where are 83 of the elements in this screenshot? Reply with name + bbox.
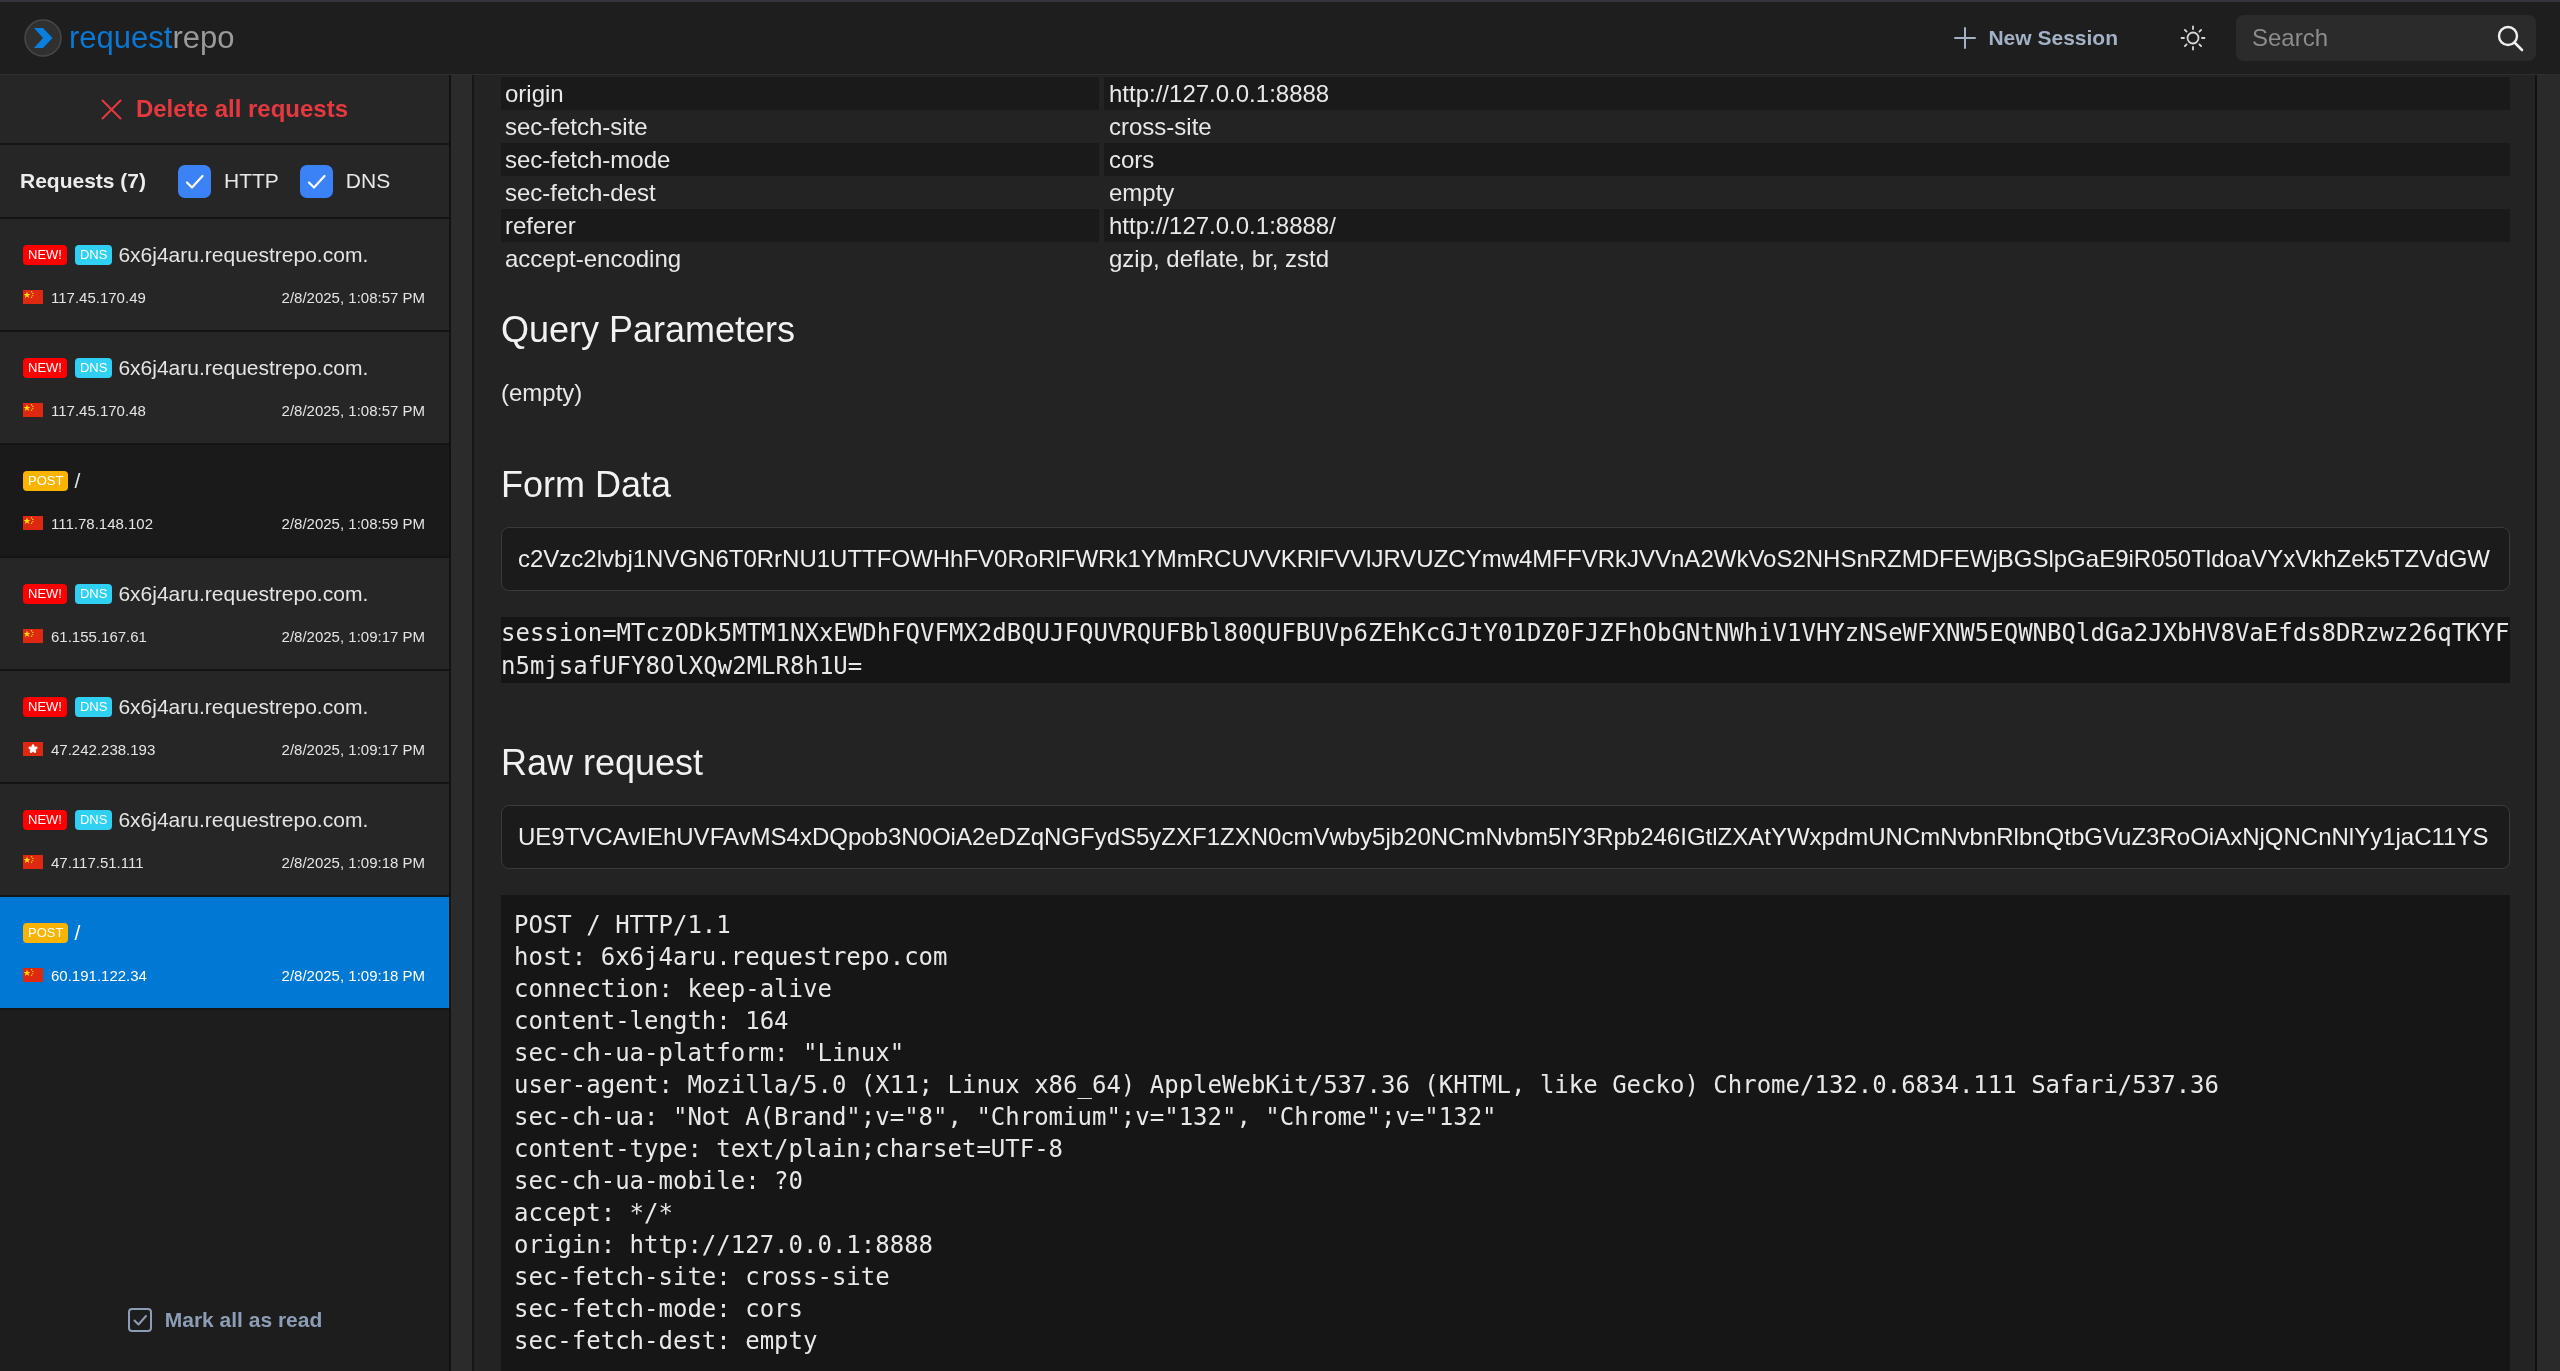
request-time: 2/8/2025, 1:08:57 PM xyxy=(281,401,425,419)
ip-address: 47.242.238.193 xyxy=(51,740,156,758)
logo-icon[interactable] xyxy=(24,19,62,57)
section-heading: Query Parameters xyxy=(501,308,797,352)
type-badge: DNS xyxy=(74,584,113,604)
header-name-cell-text: sec-fetch-site xyxy=(504,112,649,142)
delete-all-button[interactable]: Delete all requests xyxy=(0,75,449,145)
flag-icon xyxy=(23,290,43,304)
ip-address: 117.45.170.49 xyxy=(51,288,146,306)
flag-icon xyxy=(23,968,43,982)
mark-all-read-button[interactable]: Mark all as read xyxy=(126,1303,323,1337)
base64-field[interactable]: c2Vzc2lvbj1NVGN6T0RrNU1UTTFOWHhFV0RoRlFWRk1YMmRCUVVKRlFVVlJRVUZCYmw4MFFVRkJVVnA2WkVoS2NHSnRZMDFEWjBGSlpGaE9iR050TldoaVYxVkhZek5TZVdGW xyxy=(501,527,2510,591)
flag-icon xyxy=(23,516,43,530)
requests-count: Requests (7) xyxy=(20,169,147,193)
header-name-cell-text: accept-encoding xyxy=(504,244,683,274)
new-badge: NEW! xyxy=(23,697,67,717)
section-heading: Raw request xyxy=(501,741,705,785)
header-name-cell: origin xyxy=(501,77,1099,110)
request-time: 2/8/2025, 1:08:57 PM xyxy=(281,288,425,306)
type-badge: DNS xyxy=(74,810,113,830)
request-title: / xyxy=(74,920,81,946)
header-name-cell: sec-fetch-mode xyxy=(501,143,1099,176)
type-badge: POST xyxy=(23,923,69,943)
request-title: 6x6j4aru.requestrepo.com. xyxy=(118,694,369,720)
request-title: / xyxy=(74,468,81,494)
header-name-cell: referer xyxy=(501,209,1099,242)
cross-icon xyxy=(100,98,122,120)
ip-address: 117.45.170.48 xyxy=(51,401,146,419)
checked-box-icon xyxy=(126,1307,153,1333)
type-badge: DNS xyxy=(74,697,113,717)
ip-address: 61.155.167.61 xyxy=(51,627,147,645)
checkbox-label[interactable]: HTTP xyxy=(224,169,279,193)
type-badge: DNS xyxy=(74,245,113,265)
search-icon[interactable] xyxy=(2496,24,2524,52)
sun-icon[interactable] xyxy=(2180,25,2206,51)
request-title: 6x6j4aru.requestrepo.com. xyxy=(118,242,369,268)
logo-text[interactable]: requestrepo xyxy=(69,19,235,57)
request-title: 6x6j4aru.requestrepo.com. xyxy=(118,581,369,607)
checkbox[interactable] xyxy=(178,164,212,198)
header-value-cell-text: gzip, deflate, br, zstd xyxy=(1108,244,1331,274)
request-item[interactable]: NEW! DNS 6x6j4aru.requestrepo.com. 117.45.170.48 2/8/2025, 1:08:57 PM xyxy=(0,332,449,445)
request-time: 2/8/2025, 1:09:17 PM xyxy=(281,740,425,758)
flag-icon xyxy=(23,629,43,643)
request-item[interactable]: NEW! DNS 6x6j4aru.requestrepo.com. 47.242.238.193 2/8/2025, 1:09:17 PM xyxy=(0,671,449,784)
new-badge: NEW! xyxy=(23,245,67,265)
ip-address: 47.117.51.111 xyxy=(51,853,144,871)
request-title: 6x6j4aru.requestrepo.com. xyxy=(118,807,369,833)
checkbox-label[interactable]: DNS xyxy=(345,169,391,193)
new-badge: NEW! xyxy=(23,810,67,830)
new-badge: NEW! xyxy=(23,358,67,378)
type-badge: POST xyxy=(23,471,69,491)
header-value-cell-text: empty xyxy=(1108,178,1176,208)
type-badge: DNS xyxy=(74,358,113,378)
header-name-cell-text: sec-fetch-dest xyxy=(504,178,657,208)
header-value-cell: cors xyxy=(1104,143,2510,176)
ip-address: 60.191.122.34 xyxy=(51,966,147,984)
new-badge: NEW! xyxy=(23,584,67,604)
decoded-form-text: session=MTczODk5MTM1NXxEWDhFQVFMX2dBQUJFQUVRQUFBbl80QUFBUVp6ZEhKcGJtY01DZ0FJZFhObGNtNWhiV1VHYzNSeWFXNW5EQWNBQldGa2JXbHV8VaEfds8DRzwz26qTKYFn5mjsafUFY8OlXQw2MLR8h1U= xyxy=(501,617,2510,683)
header-value-cell-text: cross-site xyxy=(1108,112,1213,142)
request-item[interactable]: NEW! DNS 6x6j4aru.requestrepo.com. 61.155.167.61 2/8/2025, 1:09:17 PM xyxy=(0,558,449,671)
base64-field[interactable]: UE9TVCAvIEhUVFAvMS4xDQpob3N0OiA2eDZqNGFydS5yZXF1ZXN0cmVwby5jb20NCmNvbm5lY3Rpb246IGtlZXAtYWxpdmUNCmNvbnRlbnQtbGVuZ3RoOiAxNjQNCnNlYy1jaC11YS xyxy=(501,805,2510,869)
raw-request-text: POST / HTTP/1.1 host: 6x6j4aru.requestrepo.com connection: keep-alive content-length: 164 sec-ch-ua-platform: "Linux" user-agent: Mozilla/5.0 (X11; Linux x86_64) AppleWebKit/537.36 (KHTML, like Gecko) Chrome/132.0.6834.111 Safari/537.36 sec-ch-ua: "Not A(Brand";v="8", "Chromium";v="132", "Chrome";v="132" content-type: text/plain;charset=UTF-8 sec-ch-ua-mobile: ?0 accept: */* origin: http://127.0.0.1:8888 sec-fetch-site: cross-site sec-fetch-mode: cors sec-fetch-dest: empty xyxy=(501,895,2510,1371)
header-value-cell: http://127.0.0.1:8888 xyxy=(1104,77,2510,110)
ip-address: 111.78.148.102 xyxy=(51,514,154,532)
empty-text: (empty) xyxy=(501,378,584,408)
checkbox[interactable] xyxy=(299,164,333,198)
flag-icon xyxy=(23,855,43,869)
request-item[interactable]: NEW! DNS 6x6j4aru.requestrepo.com. 47.117.51.111 2/8/2025, 1:09:18 PM xyxy=(0,784,449,897)
request-time: 2/8/2025, 1:09:17 PM xyxy=(281,627,425,645)
request-item[interactable]: POST / 60.191.122.34 2/8/2025, 1:09:18 PM xyxy=(0,897,449,1010)
search-field[interactable]: Search xyxy=(2236,15,2536,61)
request-item[interactable]: NEW! DNS 6x6j4aru.requestrepo.com. 117.45.170.49 2/8/2025, 1:08:57 PM xyxy=(0,219,449,332)
plus-icon xyxy=(1954,27,1977,49)
header-value-cell: http://127.0.0.1:8888/ xyxy=(1104,209,2510,242)
request-time: 2/8/2025, 1:09:18 PM xyxy=(281,966,425,984)
request-time: 2/8/2025, 1:08:59 PM xyxy=(281,514,425,532)
new-session-button[interactable]: New Session xyxy=(1954,22,2118,54)
flag-icon xyxy=(23,742,43,756)
scrollbar-track[interactable] xyxy=(2535,75,2560,1371)
flag-icon xyxy=(23,403,43,417)
request-time: 2/8/2025, 1:09:18 PM xyxy=(281,853,425,871)
section-heading: Form Data xyxy=(501,463,673,507)
request-title: 6x6j4aru.requestrepo.com. xyxy=(118,355,369,381)
